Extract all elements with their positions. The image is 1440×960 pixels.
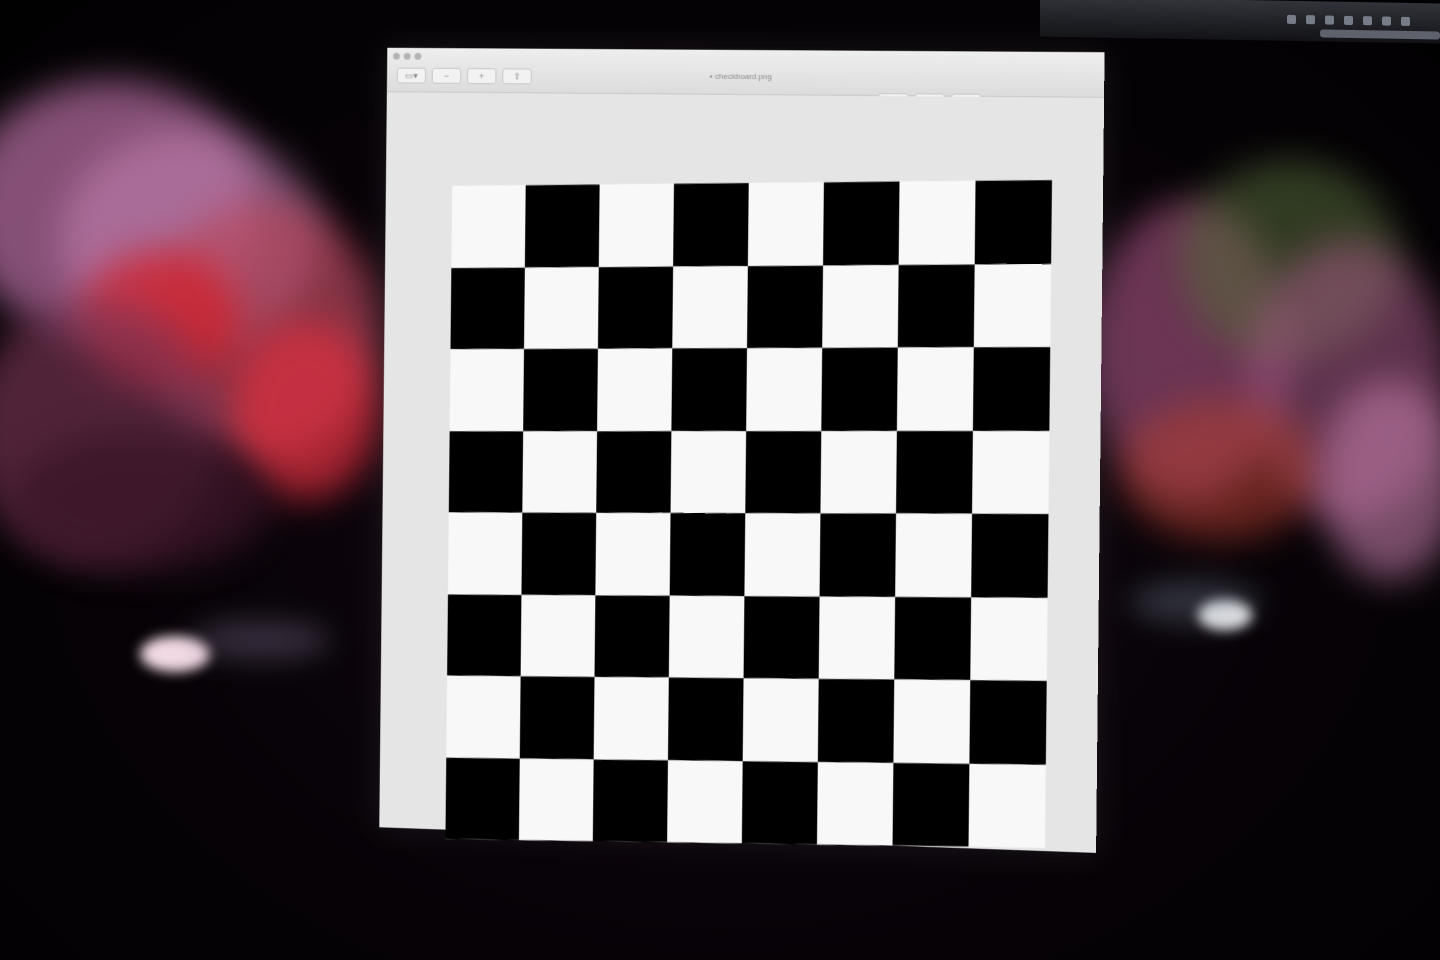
board-square-light <box>970 597 1048 681</box>
board-square-dark <box>741 760 818 845</box>
title-bar[interactable]: ▭▾ − + ⇪ ▪ checkboard.png <box>386 47 1105 98</box>
board-square-light <box>446 675 521 759</box>
battery-icon[interactable] <box>1382 15 1391 26</box>
board-square-dark <box>892 762 970 847</box>
board-square-light <box>972 430 1050 514</box>
board-square-dark <box>592 758 668 843</box>
board-square-dark <box>823 181 900 266</box>
board-square-dark <box>594 594 670 678</box>
board-square-dark <box>596 430 672 514</box>
board-square-light <box>893 679 971 764</box>
board-square-dark <box>671 348 748 431</box>
board-square-dark <box>971 513 1049 598</box>
status-icon[interactable] <box>1306 14 1315 24</box>
close-window-button[interactable] <box>393 52 400 60</box>
board-square-dark <box>897 264 975 348</box>
board-square-light <box>818 596 896 680</box>
wifi-icon[interactable] <box>1344 15 1353 25</box>
board-square-light <box>449 348 525 431</box>
board-square-light <box>595 512 671 596</box>
board-square-dark <box>969 680 1047 765</box>
board-square-light <box>672 265 748 349</box>
board-square-dark <box>974 180 1053 265</box>
board-square-light <box>968 763 1046 848</box>
board-square-light <box>593 676 669 760</box>
board-square-light <box>742 678 819 762</box>
board-square-light <box>447 512 523 595</box>
image-view <box>379 92 1105 853</box>
board-square-dark <box>817 678 895 763</box>
board-square-light <box>598 183 674 267</box>
board-square-dark <box>445 757 520 840</box>
board-square-dark <box>450 267 525 350</box>
board-square-dark <box>972 347 1051 431</box>
menu-bar-clock[interactable] <box>1320 29 1440 40</box>
board-square-light <box>520 594 596 677</box>
board-square-dark <box>673 183 749 267</box>
board-square-light <box>522 430 598 513</box>
board-square-light <box>896 347 974 431</box>
board-square-light <box>597 348 673 431</box>
board-square-dark <box>894 596 972 681</box>
board-square-light <box>747 182 824 266</box>
spotlight-icon[interactable] <box>1401 16 1410 26</box>
board-square-dark <box>896 430 973 514</box>
board-square-dark <box>743 595 820 679</box>
window-title-text: checkboard.png <box>714 71 772 82</box>
board-square-light <box>895 513 973 598</box>
board-square-light <box>451 185 526 268</box>
board-square-light <box>816 761 894 846</box>
board-square-dark <box>521 512 597 595</box>
board-square-dark <box>447 594 522 677</box>
checkerboard-image <box>445 180 1053 848</box>
board-square-light <box>668 595 745 679</box>
board-square-light <box>524 266 599 349</box>
window-controls <box>393 52 422 60</box>
board-square-dark <box>747 265 824 349</box>
board-square-light <box>822 264 899 348</box>
board-square-dark <box>819 513 897 597</box>
board-square-dark <box>524 184 600 268</box>
board-square-dark <box>519 676 595 759</box>
board-square-dark <box>523 348 598 431</box>
board-square-light <box>820 430 897 514</box>
board-square-light <box>667 759 743 844</box>
board-square-dark <box>667 677 744 761</box>
board-square-dark <box>597 266 674 349</box>
board-square-dark <box>448 430 524 513</box>
status-icon[interactable] <box>1287 14 1296 24</box>
menu-bar <box>1040 0 1440 44</box>
board-square-light <box>746 347 823 431</box>
volume-icon[interactable] <box>1363 15 1372 25</box>
zoom-window-button[interactable] <box>414 52 422 60</box>
desktop-scene: ▭▾−+⇪ ▪ checkboard.png ✎↻◐ <box>0 0 1440 960</box>
board-square-light <box>898 180 976 265</box>
board-square-light <box>518 758 594 842</box>
board-square-light <box>744 513 821 597</box>
board-square-light <box>670 430 747 514</box>
status-icons <box>1287 11 1410 29</box>
board-square-light <box>973 263 1052 348</box>
status-icon[interactable] <box>1325 14 1334 25</box>
preview-window: ▭▾−+⇪ ▪ checkboard.png ✎↻◐ <box>379 47 1105 853</box>
board-square-dark <box>669 513 746 596</box>
board-square-dark <box>821 347 898 431</box>
board-square-dark <box>745 430 822 514</box>
minimize-window-button[interactable] <box>403 52 411 60</box>
